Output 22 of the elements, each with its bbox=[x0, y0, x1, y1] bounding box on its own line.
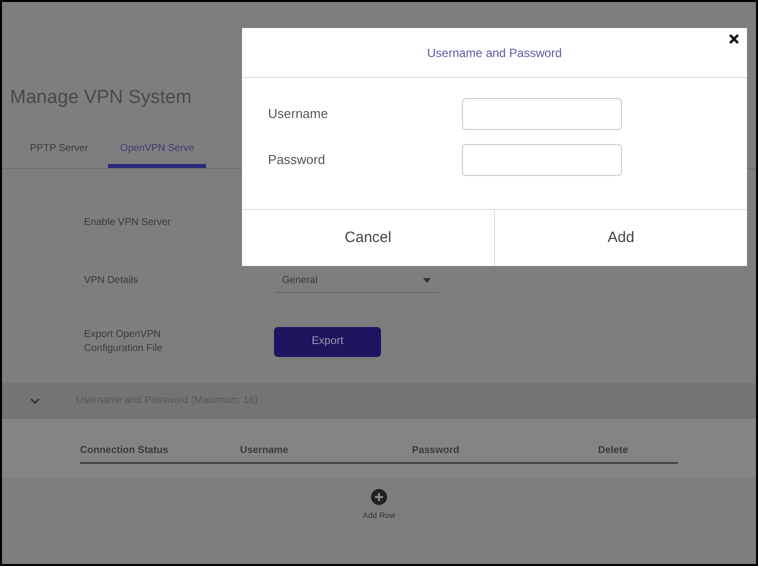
caret-icon bbox=[423, 278, 431, 282]
dialog-button[interactable]: Cancel bbox=[242, 210, 495, 266]
column-header: Connection Status bbox=[80, 444, 170, 458]
tab[interactable]: OpenVPN Serve bbox=[108, 140, 206, 168]
add-row-label: Add Row bbox=[362, 510, 396, 522]
column-header: Username bbox=[240, 444, 290, 458]
dialog-title: Username and Password bbox=[427, 44, 562, 62]
input-field[interactable] bbox=[462, 98, 622, 130]
field-label: Username bbox=[268, 105, 329, 124]
export-button[interactable]: Export bbox=[274, 326, 381, 356]
input-field[interactable] bbox=[462, 144, 622, 176]
setting-label: VPN Details bbox=[84, 274, 139, 288]
setting-label: Export OpenVPN Configuration File bbox=[84, 328, 164, 356]
setting-label: Enable VPN Server bbox=[84, 216, 172, 230]
column-header: Delete bbox=[598, 444, 630, 458]
tab[interactable]: PPTP Server bbox=[30, 140, 88, 168]
column-header: Password bbox=[412, 444, 460, 458]
plus-icon[interactable] bbox=[370, 488, 388, 506]
close-icon[interactable] bbox=[729, 34, 739, 44]
dialog-button[interactable]: Add bbox=[495, 210, 747, 266]
field-label: Password bbox=[268, 151, 326, 170]
dropdown[interactable]: General bbox=[274, 268, 439, 292]
